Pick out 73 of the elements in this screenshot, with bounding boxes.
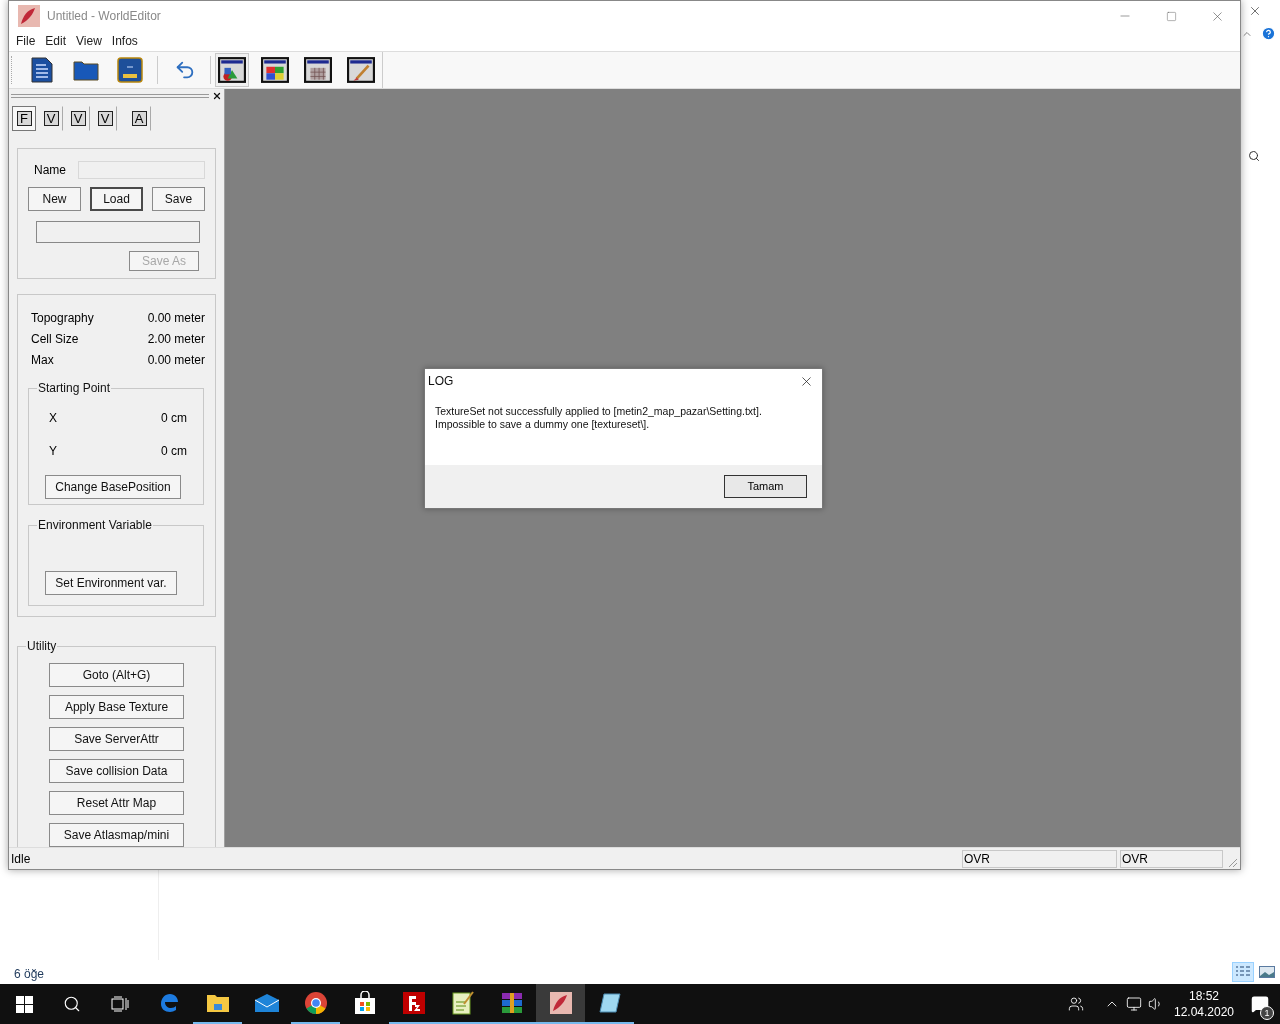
menu-item[interactable]: Infos	[106, 32, 143, 50]
help-icon[interactable]	[1261, 26, 1276, 41]
search-icon	[63, 995, 81, 1013]
store-icon	[352, 991, 377, 1015]
app-icon	[548, 991, 573, 1015]
ok-button[interactable]: Tamam	[724, 475, 807, 498]
info-value: 2.00 meter	[147, 331, 205, 349]
map-button[interactable]: New	[28, 186, 81, 211]
utility-button[interactable]: Save collision Data	[49, 759, 184, 783]
panel-tab[interactable]: A	[127, 106, 151, 132]
document-icon	[30, 57, 54, 83]
utility-button[interactable]: Goto (Alt+G)	[49, 663, 184, 687]
status-pane: OVR	[1120, 849, 1223, 868]
network-icon[interactable]	[1126, 996, 1142, 1012]
coordinate-value: 0 cm	[161, 409, 187, 427]
dialog-title: LOG	[428, 373, 454, 390]
picture-icon	[1259, 966, 1275, 978]
map-button[interactable]: Save	[152, 186, 205, 211]
window-title: Untitled - WorldEditor	[47, 8, 161, 25]
windows-icon	[15, 995, 33, 1013]
info-value: 0.00 meter	[147, 310, 205, 328]
search-icon[interactable]	[1248, 150, 1260, 162]
menu-item[interactable]: Edit	[40, 32, 72, 50]
utility-button[interactable]: Apply Base Texture	[49, 695, 184, 719]
view-mode-button[interactable]	[215, 53, 249, 87]
status-pane: OVR	[962, 849, 1117, 868]
list-icon	[1235, 966, 1251, 978]
grid-window-icon	[304, 57, 332, 83]
objects-window-icon	[218, 57, 246, 83]
notifications-button[interactable]: 1	[1240, 984, 1280, 1024]
name-label: Name	[33, 161, 67, 179]
task-view-icon	[111, 996, 129, 1012]
info-label: Topography	[30, 310, 94, 328]
name-input[interactable]	[78, 160, 205, 179]
group-title: Utility	[26, 638, 58, 654]
utility-button[interactable]: Save ServerAttr	[49, 727, 184, 751]
clock[interactable]: 18:52 12.04.2020	[1172, 988, 1236, 1020]
path-input[interactable]	[36, 220, 200, 243]
item-count: 6 öğe	[14, 966, 45, 983]
close-icon[interactable]	[212, 90, 222, 101]
undo-icon	[174, 59, 196, 81]
folder-icon	[205, 992, 230, 1014]
brush-window-icon	[347, 57, 375, 83]
utility-button[interactable]: Save Atlasmap/mini	[49, 823, 184, 847]
clock-time: 18:52	[1189, 988, 1219, 1004]
people-icon[interactable]	[1068, 996, 1084, 1012]
notification-count: 1	[1260, 1006, 1274, 1020]
mail-icon	[253, 993, 280, 1013]
set-environment-button[interactable]: Set Environment var.	[45, 570, 177, 595]
change-base-position-button[interactable]: Change BasePosition	[45, 474, 181, 499]
panel-tab[interactable]: V	[66, 106, 90, 132]
info-value: 0.00 meter	[147, 352, 205, 370]
app-icon	[17, 4, 41, 28]
info-label: Max	[30, 352, 54, 370]
maximize-icon	[1165, 10, 1177, 22]
utility-button[interactable]: Reset Attr Map	[49, 791, 184, 815]
coordinate-value: 0 cm	[161, 442, 187, 460]
status-text: Idle	[10, 850, 32, 868]
taskbar-app-button[interactable]	[536, 984, 585, 1024]
map-button[interactable]: Load	[90, 186, 143, 211]
archive-icon	[499, 991, 524, 1015]
panel-tab[interactable]: F	[12, 106, 36, 132]
clock-date: 12.04.2020	[1173, 1004, 1235, 1020]
menu-item[interactable]: View	[71, 32, 107, 50]
folder-icon	[73, 59, 99, 81]
textures-window-icon	[261, 57, 289, 83]
coordinate-label: X	[49, 409, 57, 427]
info-label: Cell Size	[30, 331, 79, 349]
menu-item[interactable]: File	[11, 32, 41, 50]
panel-tab[interactable]: V	[39, 106, 63, 132]
panel-tab[interactable]: V	[93, 106, 117, 132]
coordinate-label: Y	[49, 442, 57, 460]
dialog-message: TextureSet not successfully applied to [metin2_map_pazar\Setting.txt]. Impossible to save a dummy one [textureset\].	[434, 405, 763, 431]
